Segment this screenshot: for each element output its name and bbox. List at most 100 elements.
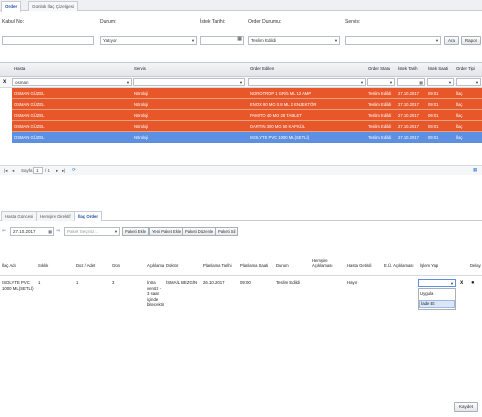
rapor-button[interactable]: Rapor	[461, 36, 481, 45]
gun-value: 3	[112, 280, 115, 285]
dcol-islem-yap: İşlem Yap	[420, 263, 439, 268]
chevron-down-icon: ▼	[334, 38, 338, 43]
dcol-hasta-getirdi: Hasta Getirdi	[347, 263, 372, 268]
tab-hemsire-direktif[interactable]: Hemşire Direktif	[36, 211, 75, 221]
chevron-down-icon: ▼	[475, 80, 479, 85]
cell-tarih: 27.10.2017	[398, 124, 419, 129]
doktor-value: İSMAİL BEZGİN	[166, 280, 198, 285]
calendar-icon[interactable]: ▦	[48, 228, 52, 235]
next-day-icon[interactable]: ⇒	[56, 228, 60, 234]
table-row[interactable]: OSMAN GÜZEL Nöroloji PAMITO 40 MG 28 TABLE…	[12, 110, 482, 121]
col-order-tipi[interactable]: Order Tipi	[456, 66, 475, 71]
col-istek-tarih[interactable]: İstek Tarih	[398, 66, 418, 71]
cell-tip: İlaç	[456, 113, 463, 118]
first-page-icon[interactable]: |◂	[4, 168, 7, 174]
cell-servis: Nöroloji	[134, 113, 149, 118]
cell-saat: 09:01	[428, 124, 439, 129]
filter-tarih-input[interactable]: ▦	[397, 78, 425, 86]
plan-saat-value: 09:00	[240, 280, 251, 285]
chevron-down-icon: ▼	[191, 38, 195, 43]
cell-hasta: OSMAN GÜZEL	[14, 124, 45, 129]
option-iade-et[interactable]: İade Et	[419, 300, 455, 308]
export-icon[interactable]: ▦	[473, 167, 477, 173]
cell-hasta: OSMAN GÜZEL	[14, 113, 45, 118]
tab-ilac-order[interactable]: İlaç Order	[74, 211, 103, 221]
cell-hasta: OSMAN GÜZEL	[14, 102, 45, 107]
col-servis[interactable]: Servis	[134, 66, 146, 71]
paketi-duzenle-button[interactable]: Paketi Düzenle	[182, 227, 217, 236]
tab-hasta-guncesi[interactable]: Hasta Güncesi	[1, 211, 38, 221]
pager-bar: |◂ ◂ Sayfa 1 / 1 ▸ ▸| ⟳ ▦	[0, 165, 482, 175]
detail-row[interactable]: ISOLYTE PVC 1000 ML(SETLİ) 1 1 3 İntra v…	[0, 277, 482, 317]
cell-statu: Teslim Edildi	[368, 102, 392, 107]
filter-order-input[interactable]: ▼	[248, 78, 366, 86]
prev-day-icon[interactable]: ⇐	[2, 228, 6, 234]
cell-statu: Teslim Edildi	[368, 91, 392, 96]
tab-order[interactable]: Order	[1, 1, 22, 12]
clear-filter-icon[interactable]: x	[3, 79, 6, 85]
dcol-eu-aciklama: E.Ü. Açıklaması	[384, 263, 414, 268]
ilac-adi-value: ISOLYTE PVC 1000 ML(SETLİ)	[2, 280, 34, 291]
hasta-getirdi-value: Hayır	[347, 280, 358, 285]
prev-page-icon[interactable]: ◂	[12, 168, 14, 174]
cell-tip: İlaç	[456, 135, 463, 140]
dcol-plan-tarih: Planlama Tarihi	[203, 263, 232, 268]
date-input[interactable]: 27.10.2017 ▦	[10, 227, 54, 236]
cell-tip: İlaç	[456, 124, 463, 129]
cell-tarih: 27.10.2017	[398, 91, 419, 96]
order-durumu-select[interactable]: Teslim Edildi ▼	[248, 36, 340, 45]
filter-saat-input[interactable]: ▼	[427, 78, 454, 86]
table-row[interactable]: OSMAN GÜZEL Nöroloji ENOX 80 MG 0.8 ML 2 E…	[12, 99, 482, 110]
order-durumu-value: Teslim Edildi	[251, 38, 277, 43]
chevron-down-icon: ▼	[126, 80, 130, 85]
istek-tarihi-input[interactable]: ▦	[200, 36, 244, 45]
next-page-icon[interactable]: ▸	[56, 168, 58, 174]
col-hasta[interactable]: Hasta	[14, 66, 25, 71]
yeni-paket-ekle-button[interactable]: Yeni Paket Ekle	[149, 227, 185, 236]
table-row[interactable]: OSMAN GÜZEL Nöroloji NOROTROP 1 GR/5 ML 12…	[12, 88, 482, 99]
filter-statu-input[interactable]: ▼	[367, 78, 395, 86]
table-row[interactable]: OSMAN GÜZEL Nöroloji DARTIN 300 MG 50 KAPS…	[12, 121, 482, 132]
paketi-sil-button[interactable]: Paketi Sil	[215, 227, 239, 236]
option-uygula[interactable]: Uygula	[420, 291, 433, 296]
page-input[interactable]: 1	[33, 167, 43, 174]
paket-select[interactable]: Paket Seçiniz... ▼	[64, 227, 120, 236]
dcol-plan-saat: Planlama Saati	[240, 263, 269, 268]
cell-tarih: 27.10.2017	[398, 102, 419, 107]
dcol-gun: Gün	[112, 263, 120, 268]
calendar-icon[interactable]: ▦	[419, 79, 423, 86]
dcol-hemsire-aciklama: Hemşire Açıklaması	[312, 258, 333, 268]
col-order-statu[interactable]: Order Statu	[368, 66, 390, 71]
ara-button[interactable]: Ara	[444, 36, 459, 45]
durum-value: Teslim Edildi	[276, 280, 300, 285]
cell-saat: 09:01	[428, 91, 439, 96]
paketi-ekle-button[interactable]: Paketi Ekle	[122, 227, 149, 236]
chevron-down-icon: ▼	[114, 229, 118, 234]
tab-gunluk-ilac[interactable]: Günlük İlaç Çizelgesi	[28, 1, 79, 11]
plan-tarih-value: 26.10.2017	[203, 280, 225, 285]
col-istek-saati[interactable]: İstek Saati	[428, 66, 448, 71]
info-icon[interactable]: ●	[471, 280, 475, 286]
cell-servis: Nöroloji	[134, 91, 149, 96]
col-order-edilen[interactable]: Order Edilen	[250, 66, 274, 71]
remove-icon[interactable]: x	[460, 280, 463, 286]
servis-select[interactable]: ▼	[345, 36, 441, 45]
aciklama-value: İntra venöz - 3 saat içinde bitecektir	[147, 280, 165, 307]
calendar-icon[interactable]: ▦	[237, 36, 242, 43]
chevron-down-icon: ▼	[360, 80, 364, 85]
kaydet-button[interactable]: Kaydet	[454, 402, 478, 412]
dcol-aciklama: Açıklama	[147, 263, 165, 268]
filter-servis-input[interactable]: ▼	[133, 78, 245, 86]
filter-hasta-input[interactable]: osman ▼	[12, 78, 132, 86]
islem-yap-select[interactable]: ▼	[418, 279, 456, 287]
cell-order: PAMITO 40 MG 28 TABLET	[250, 113, 302, 118]
doz-value: 1	[76, 280, 79, 285]
chevron-down-icon: ▼	[450, 281, 454, 286]
kabul-no-input[interactable]	[2, 36, 94, 45]
filter-tip-input[interactable]: ▼	[456, 78, 481, 86]
refresh-icon[interactable]: ⟳	[72, 167, 76, 173]
durum-select[interactable]: Yatıyor ▼	[100, 36, 197, 45]
last-page-icon[interactable]: ▸|	[62, 168, 65, 174]
order-grid: Hasta Servis Order Edilen Order Statu İs…	[0, 62, 482, 166]
table-row[interactable]: OSMAN GÜZEL Nöroloji ISOLYTE PVC 1000 ML(S…	[12, 132, 482, 143]
